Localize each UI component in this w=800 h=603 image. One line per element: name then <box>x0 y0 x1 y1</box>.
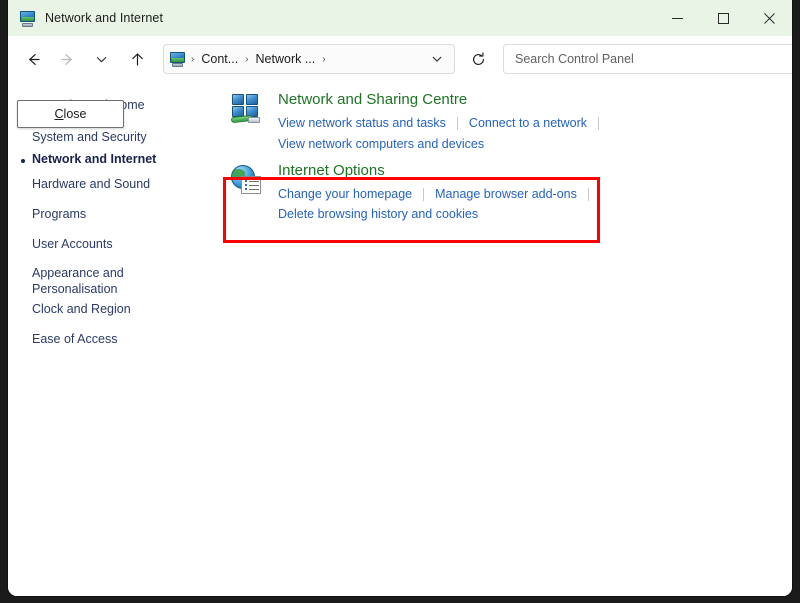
category-links-row-1: Change your homepage Manage browser add-… <box>278 184 792 224</box>
sidebar-navigation: Control Panel Home System and Security N… <box>8 82 220 596</box>
link-separator <box>457 117 458 130</box>
close-button[interactable]: Close <box>17 100 124 128</box>
refresh-icon[interactable] <box>463 44 493 74</box>
address-control-panel-icon <box>170 51 186 67</box>
up-button[interactable] <box>121 43 153 75</box>
content-area: Control Panel Home System and Security N… <box>8 82 792 596</box>
close-button-accelerator: C <box>55 107 64 121</box>
sidebar-item-network-and-internet[interactable]: Network and Internet <box>32 152 156 167</box>
link-change-your-homepage[interactable]: Change your homepage <box>278 184 412 204</box>
minimize-button[interactable] <box>654 0 700 36</box>
sidebar-item-hardware-and-sound[interactable]: Hardware and Sound <box>32 177 150 192</box>
category-text-block: Internet Options Change your homepage Ma… <box>278 161 792 224</box>
sidebar-item-system-and-security[interactable]: System and Security <box>32 130 147 145</box>
link-connect-to-a-network[interactable]: Connect to a network <box>469 113 587 133</box>
search-input[interactable] <box>513 51 792 67</box>
sidebar-item-clock-and-region[interactable]: Clock and Region <box>32 302 131 317</box>
window-controls <box>654 0 792 36</box>
close-button-rest: lose <box>64 107 87 121</box>
category-text-block: Network and Sharing Centre View network … <box>278 90 610 154</box>
close-window-button[interactable] <box>746 0 792 36</box>
sidebar-item-programs[interactable]: Programs <box>32 207 86 222</box>
internet-options-icon <box>230 164 262 196</box>
address-bar[interactable]: › Cont... › Network ... › <box>163 44 455 74</box>
sidebar-item-appearance-and-personalisation-line2[interactable]: Personalisation <box>32 282 117 297</box>
address-chevron-down-icon[interactable] <box>426 48 448 70</box>
category-links-row-1: View network status and tasks Connect to… <box>278 113 610 133</box>
link-separator-trailing <box>598 117 599 130</box>
title-bar: Network and Internet <box>8 0 792 36</box>
breadcrumb-separator: › <box>317 54 330 65</box>
forward-button[interactable] <box>51 43 83 75</box>
network-sharing-centre-icon <box>230 93 262 125</box>
breadcrumb-item-control-panel[interactable]: Cont... <box>199 52 240 66</box>
breadcrumb-separator: › <box>186 54 199 65</box>
sidebar-item-appearance-and-personalisation[interactable]: Appearance and <box>32 266 124 281</box>
search-box[interactable] <box>503 44 792 74</box>
window-title: Network and Internet <box>45 11 163 25</box>
back-button[interactable] <box>17 43 49 75</box>
link-delete-browsing-history-and-cookies[interactable]: Delete browsing history and cookies <box>278 204 478 224</box>
recent-locations-chevron-down-icon[interactable] <box>85 43 117 75</box>
sidebar-item-user-accounts[interactable]: User Accounts <box>32 237 113 252</box>
category-list: Network and Sharing Centre View network … <box>220 82 792 596</box>
close-button-label: Close <box>55 107 87 121</box>
control-panel-window: Network and Internet <box>8 0 792 596</box>
category-internet-options: Internet Options Change your homepage Ma… <box>230 161 792 224</box>
link-separator <box>423 188 424 201</box>
sidebar-item-ease-of-access[interactable]: Ease of Access <box>32 332 117 347</box>
link-manage-browser-add-ons[interactable]: Manage browser add-ons <box>435 184 577 204</box>
control-panel-icon <box>19 10 36 27</box>
category-network-and-sharing-centre: Network and Sharing Centre View network … <box>230 90 610 154</box>
link-view-network-status-and-tasks[interactable]: View network status and tasks <box>278 113 446 133</box>
category-links-row-2: View network computers and devices <box>278 134 610 154</box>
sidebar-active-bullet <box>21 159 25 163</box>
breadcrumb-separator: › <box>240 54 253 65</box>
link-separator <box>588 188 589 201</box>
maximize-button[interactable] <box>700 0 746 36</box>
category-title-internet-options[interactable]: Internet Options <box>278 161 792 181</box>
breadcrumb-item-network[interactable]: Network ... <box>254 52 318 66</box>
navigation-toolbar: › Cont... › Network ... › <box>8 36 792 82</box>
category-title-network-and-sharing-centre[interactable]: Network and Sharing Centre <box>278 90 610 110</box>
link-view-network-computers-and-devices[interactable]: View network computers and devices <box>278 134 484 154</box>
